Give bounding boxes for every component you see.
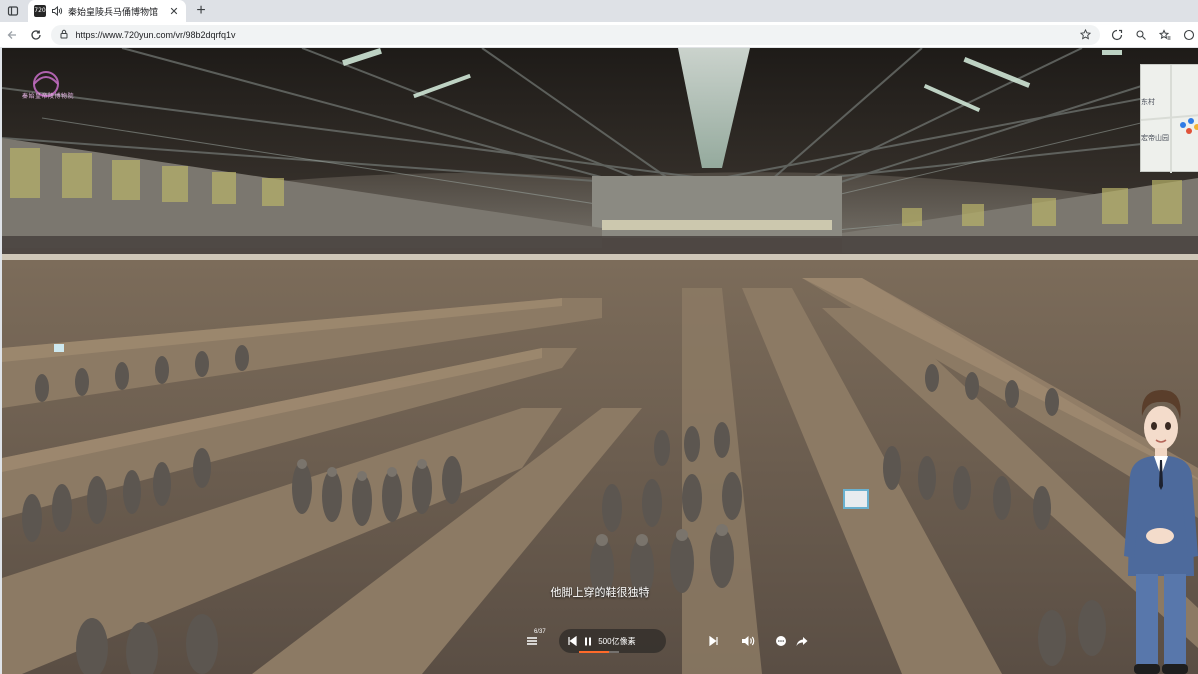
audio-playing-icon[interactable]	[51, 5, 63, 17]
back-arrow-icon[interactable]	[0, 23, 24, 47]
virtual-guide-avatar[interactable]	[1120, 386, 1198, 674]
browser-toolbar: https://www.720yun.com/vr/98b2dqrfq1v	[0, 22, 1198, 48]
new-tab-button[interactable]: +	[190, 0, 212, 22]
tab-actions-menu-icon[interactable]	[0, 0, 26, 22]
list-icon	[526, 637, 537, 645]
comment-bubble-icon	[775, 636, 786, 646]
split-screen-icon[interactable]	[1132, 26, 1150, 44]
sound-toggle-button[interactable]	[738, 629, 759, 653]
favorites-icon[interactable]	[1156, 26, 1174, 44]
comment-button[interactable]	[771, 629, 790, 653]
track-title: 500亿像素	[598, 636, 636, 646]
skip-previous-icon	[568, 636, 577, 646]
scene-list-button[interactable]: 6/37	[522, 629, 546, 653]
share-button[interactable]	[793, 629, 812, 653]
narration-progress-bar[interactable]	[579, 651, 619, 653]
tab-strip: 720 秦始皇陵兵马俑博物馆 ✕ +	[0, 0, 1198, 22]
bookmark-star-icon[interactable]	[1078, 28, 1092, 42]
tour-control-bar: 6/37 500亿像素	[522, 628, 812, 654]
panorama-viewport[interactable]: 秦始皇帝陵博物院 东村 宏帝山园 他脚上穿的鞋很独特 6/37 500亿像素	[2, 48, 1198, 674]
share-arrow-icon	[796, 636, 808, 646]
scene-count: 6/37	[534, 629, 546, 635]
tab-title: 秦始皇陵兵马俑博物馆	[68, 6, 159, 17]
location-minimap[interactable]: 东村 宏帝山园	[1140, 64, 1198, 173]
next-track-button[interactable]	[704, 629, 723, 653]
terracotta-pit-panorama-image	[2, 48, 1198, 674]
browser-tab[interactable]: 720 秦始皇陵兵马俑博物馆 ✕	[28, 0, 186, 22]
narration-subtitle: 他脚上穿的鞋很独特	[550, 587, 650, 599]
address-bar[interactable]: https://www.720yun.com/vr/98b2dqrfq1v	[51, 24, 1100, 45]
museum-logo-text: 秦始皇帝陵博物院	[22, 94, 75, 100]
site-favicon-icon: 720	[34, 5, 46, 17]
extensions-icon[interactable]	[1108, 26, 1126, 44]
minimap-markers-icon	[1141, 65, 1198, 173]
reload-icon[interactable]	[24, 23, 48, 47]
previous-track-button[interactable]	[563, 629, 581, 653]
pause-icon	[585, 637, 592, 645]
skip-next-icon	[709, 636, 718, 646]
url-text[interactable]: https://www.720yun.com/vr/98b2dqrfq1v	[75, 30, 1078, 40]
site-info-lock-icon[interactable]	[59, 26, 69, 44]
narration-player: 500亿像素	[559, 629, 667, 653]
narration-progress-fill	[579, 651, 609, 653]
pause-button[interactable]	[581, 629, 595, 653]
tab-close-icon[interactable]: ✕	[168, 5, 180, 18]
browser-menu-icon[interactable]	[1180, 26, 1198, 44]
volume-icon	[742, 636, 755, 646]
